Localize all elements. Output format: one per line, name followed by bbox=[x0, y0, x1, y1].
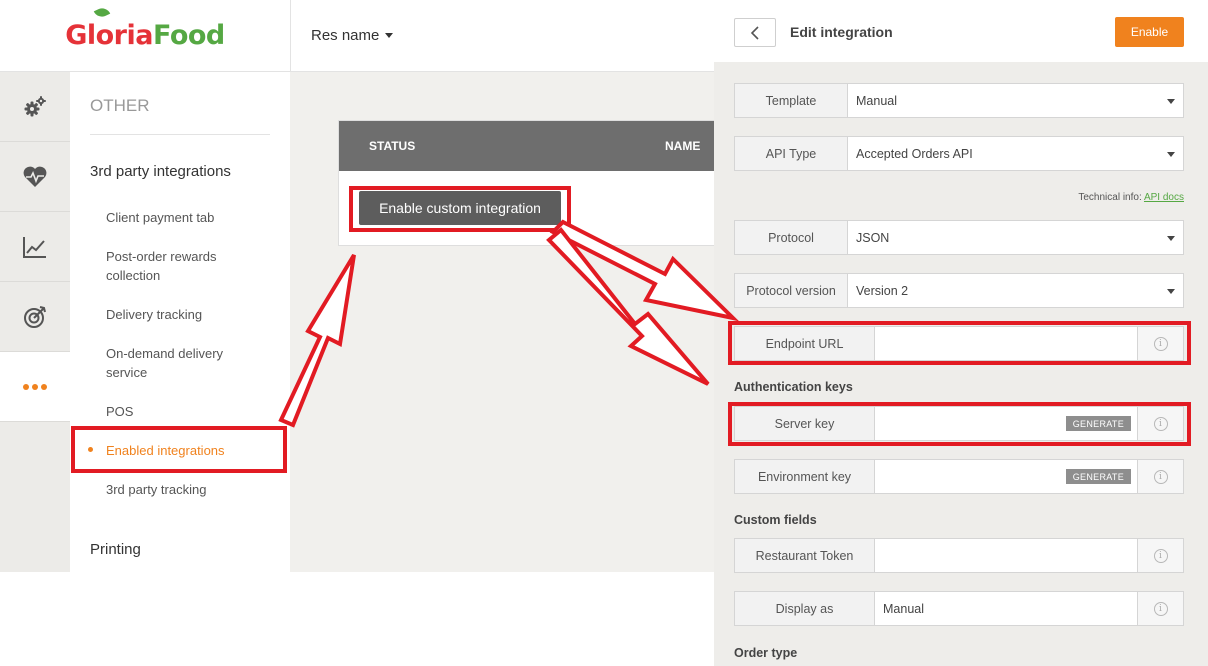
main-content: STATUS NAME Enable custom integration bbox=[290, 72, 714, 572]
screen: GloriaFood Res name OTHER 3rd party inte… bbox=[0, 0, 1208, 666]
template-value: Manual bbox=[856, 93, 897, 108]
display-as-info[interactable]: i bbox=[1137, 592, 1183, 625]
chevron-down-icon bbox=[1167, 152, 1175, 157]
logo-text-gloria: Gloria bbox=[65, 20, 153, 51]
environment-key-input[interactable]: GENERATE bbox=[875, 460, 1137, 493]
divider bbox=[90, 134, 270, 135]
display-as-value: Manual bbox=[883, 601, 924, 616]
menu-item-delivery-tracking[interactable]: Delivery tracking bbox=[106, 305, 256, 324]
chevron-left-icon bbox=[750, 25, 759, 40]
display-as-field: Display as Manual i bbox=[734, 591, 1184, 626]
protocol-version-value: Version 2 bbox=[856, 283, 909, 298]
enable-button[interactable]: Enable bbox=[1115, 17, 1184, 47]
generate-environment-key-button[interactable]: GENERATE bbox=[1065, 469, 1131, 484]
panel-title: Edit integration bbox=[790, 24, 893, 40]
field-label: Template bbox=[735, 84, 848, 117]
highlight-server-key bbox=[728, 402, 1191, 446]
environment-key-field: Environment key GENERATE i bbox=[734, 459, 1184, 494]
api-type-select[interactable]: Accepted Orders API bbox=[848, 137, 1183, 170]
gloriafood-logo[interactable]: GloriaFood bbox=[65, 5, 225, 51]
highlight-endpoint-url bbox=[728, 321, 1191, 365]
custom-fields-heading: Custom fields bbox=[734, 513, 817, 527]
display-as-input[interactable]: Manual bbox=[875, 592, 1137, 625]
template-field[interactable]: Template Manual bbox=[734, 83, 1184, 118]
technical-info: Technical info: API docs bbox=[1078, 192, 1184, 203]
restaurant-token-field: Restaurant Token i bbox=[734, 538, 1184, 573]
heart-pulse-icon bbox=[23, 166, 47, 187]
gears-icon bbox=[24, 95, 46, 116]
logo-bar: GloriaFood bbox=[0, 0, 290, 72]
api-type-value: Accepted Orders API bbox=[856, 146, 973, 161]
more-dots-icon bbox=[23, 383, 47, 390]
protocol-value: JSON bbox=[856, 230, 890, 245]
icon-sidebar bbox=[0, 72, 70, 572]
field-label: API Type bbox=[735, 137, 848, 170]
menu-group-3rd-party[interactable]: 3rd party integrations bbox=[90, 163, 231, 180]
sidebar-item-health[interactable] bbox=[0, 142, 70, 212]
restaurant-selector[interactable]: Res name bbox=[290, 0, 714, 72]
auth-keys-heading: Authentication keys bbox=[734, 380, 853, 394]
api-docs-link[interactable]: API docs bbox=[1144, 192, 1184, 203]
menu-item-on-demand-delivery[interactable]: On-demand delivery service bbox=[106, 344, 256, 382]
menu-item-client-payment-tab[interactable]: Client payment tab bbox=[106, 208, 256, 227]
order-type-heading: Order type bbox=[734, 646, 798, 660]
chevron-down-icon bbox=[385, 33, 394, 38]
highlight-enabled-integrations bbox=[71, 426, 287, 473]
submenu: OTHER 3rd party integrations Client paym… bbox=[70, 72, 290, 572]
logo-text-food: Food bbox=[152, 20, 225, 51]
restaurant-token-info[interactable]: i bbox=[1137, 539, 1183, 572]
panel-header: Edit integration Enable bbox=[714, 0, 1208, 62]
sidebar-item-setup[interactable] bbox=[0, 72, 70, 142]
menu-item-post-order-rewards[interactable]: Post-order rewards collection bbox=[106, 247, 256, 285]
info-icon: i bbox=[1153, 548, 1168, 563]
highlight-custom-integration-button bbox=[349, 186, 571, 232]
api-type-field[interactable]: API Type Accepted Orders API bbox=[734, 136, 1184, 171]
menu-group-printing[interactable]: Printing bbox=[90, 541, 141, 558]
menu-section-title: OTHER bbox=[90, 96, 150, 115]
environment-key-info[interactable]: i bbox=[1137, 460, 1183, 493]
template-select[interactable]: Manual bbox=[848, 84, 1183, 117]
technical-info-label: Technical info: bbox=[1078, 192, 1142, 203]
protocol-field[interactable]: Protocol JSON bbox=[734, 220, 1184, 255]
leaf-icon bbox=[93, 5, 111, 20]
info-icon: i bbox=[1153, 469, 1168, 484]
column-name: NAME bbox=[665, 139, 701, 153]
restaurant-token-input[interactable] bbox=[875, 539, 1137, 572]
menu-item-3rd-party-tracking[interactable]: 3rd party tracking bbox=[106, 480, 256, 499]
chevron-down-icon bbox=[1167, 236, 1175, 241]
restaurant-name: Res name bbox=[311, 27, 380, 44]
menu-item-pos[interactable]: POS bbox=[106, 402, 256, 421]
info-icon: i bbox=[1153, 601, 1168, 616]
field-label: Display as bbox=[735, 592, 875, 625]
table-header: STATUS NAME bbox=[339, 121, 714, 171]
protocol-select[interactable]: JSON bbox=[848, 221, 1183, 254]
field-label: Protocol bbox=[735, 221, 848, 254]
sidebar-item-other[interactable] bbox=[0, 352, 70, 422]
sidebar-item-marketing[interactable] bbox=[0, 282, 70, 352]
chevron-down-icon bbox=[1167, 289, 1175, 294]
protocol-version-field[interactable]: Protocol version Version 2 bbox=[734, 273, 1184, 308]
field-label: Protocol version bbox=[735, 274, 848, 307]
target-icon bbox=[24, 305, 46, 328]
field-label: Environment key bbox=[735, 460, 875, 493]
protocol-version-select[interactable]: Version 2 bbox=[848, 274, 1183, 307]
chevron-down-icon bbox=[1167, 99, 1175, 104]
sidebar-item-reports[interactable] bbox=[0, 212, 70, 282]
chart-icon bbox=[23, 236, 46, 258]
field-label: Restaurant Token bbox=[735, 539, 875, 572]
column-status: STATUS bbox=[369, 139, 416, 153]
back-button[interactable] bbox=[734, 18, 776, 47]
